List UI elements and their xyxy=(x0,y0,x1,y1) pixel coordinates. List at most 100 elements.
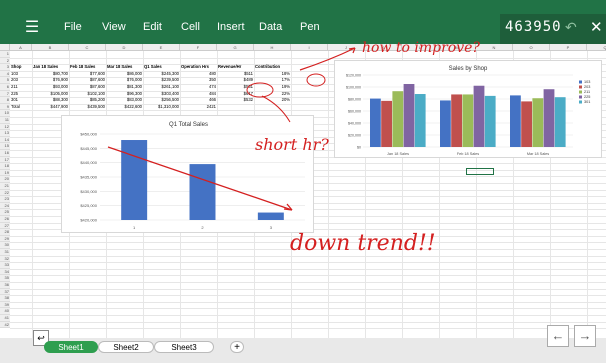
row-header[interactable]: 36 xyxy=(0,282,10,289)
column-header[interactable]: Q xyxy=(587,44,606,51)
table-cell[interactable]: Total xyxy=(11,104,31,111)
table-cell[interactable]: $422,600 xyxy=(107,104,142,111)
menu-pen[interactable]: Pen xyxy=(300,21,320,33)
table-cell[interactable]: $87,600 xyxy=(70,84,105,91)
table-cell[interactable]: $76,000 xyxy=(107,77,142,84)
table-cell[interactable]: Jan 18 Sales xyxy=(33,64,68,71)
table-cell[interactable]: $511 xyxy=(218,71,253,78)
sales-by-shop-chart[interactable]: Sales by Shop $120,000 $100,000 $80,000 $60,… xyxy=(334,60,602,158)
row-header[interactable]: 29 xyxy=(0,235,10,243)
table-cell[interactable] xyxy=(218,104,253,111)
table-cell[interactable]: 17% xyxy=(255,77,290,84)
column-header[interactable]: P xyxy=(550,44,587,51)
select-all-corner[interactable] xyxy=(0,44,10,51)
column-header[interactable]: O xyxy=(513,44,550,51)
row-header[interactable]: 25 xyxy=(0,209,10,216)
column-header[interactable]: J xyxy=(328,44,365,51)
menu-cell[interactable]: Cell xyxy=(181,21,200,33)
row-header[interactable]: 12 xyxy=(0,123,10,131)
arrow-left-icon[interactable]: ← xyxy=(547,325,569,347)
menu-file[interactable]: File xyxy=(64,21,82,33)
table-cell[interactable]: 19% xyxy=(255,84,290,91)
row-header[interactable]: 5 xyxy=(0,77,10,84)
row-header[interactable]: 42 xyxy=(0,321,10,329)
table-cell[interactable]: $617 xyxy=(218,91,253,98)
table-cell[interactable]: Contribution xyxy=(255,64,290,71)
column-header[interactable]: L xyxy=(402,44,439,51)
table-cell[interactable]: 203 xyxy=(11,77,31,84)
table-cell[interactable]: $551 xyxy=(218,84,253,91)
undo-icon[interactable]: ↶ xyxy=(565,19,577,36)
table-cell[interactable]: 22% xyxy=(255,91,290,98)
row-header[interactable]: 30 xyxy=(0,242,10,249)
close-icon[interactable]: ✕ xyxy=(590,18,603,36)
column-header[interactable]: H xyxy=(254,44,291,51)
column-header[interactable]: F xyxy=(180,44,217,51)
row-header[interactable]: 7 xyxy=(0,90,10,98)
column-header[interactable]: A xyxy=(10,44,32,51)
table-cell[interactable]: 480 xyxy=(181,71,216,78)
row-header[interactable]: 27 xyxy=(0,222,10,230)
row-header[interactable]: 37 xyxy=(0,288,10,296)
column-header[interactable]: G xyxy=(217,44,254,51)
q1-total-sales-chart[interactable]: Q1 Total Sales $450,000 $445,000 $440,000 $4… xyxy=(61,115,314,233)
row-header[interactable]: 38 xyxy=(0,295,10,302)
table-cell[interactable]: Feb 18 Sales xyxy=(70,64,105,71)
table-cell[interactable]: $76,900 xyxy=(33,77,68,84)
table-cell[interactable]: 103 xyxy=(11,71,31,78)
table-cell[interactable]: 474 xyxy=(181,84,216,91)
row-header[interactable]: 9 xyxy=(0,103,10,111)
table-cell[interactable]: $93,000 xyxy=(33,84,68,91)
row-header[interactable]: 15 xyxy=(0,143,10,150)
row-header[interactable]: 31 xyxy=(0,249,10,256)
selected-cell[interactable] xyxy=(466,168,494,175)
column-header[interactable]: E xyxy=(143,44,180,51)
table-cell[interactable]: $96,300 xyxy=(107,91,142,98)
row-header[interactable]: 6 xyxy=(0,84,10,91)
table-cell[interactable]: $77,600 xyxy=(70,71,105,78)
tab-sheet1[interactable]: Sheet1 xyxy=(44,341,98,353)
table-cell[interactable]: Operation Hrs xyxy=(181,64,216,71)
column-header[interactable]: N xyxy=(476,44,513,51)
column-header[interactable]: I xyxy=(291,44,328,51)
table-cell[interactable]: 301 xyxy=(11,97,31,104)
column-header[interactable]: D xyxy=(106,44,143,51)
row-header[interactable]: 28 xyxy=(0,229,10,236)
row-header[interactable]: 26 xyxy=(0,216,10,223)
row-header[interactable]: 24 xyxy=(0,202,10,210)
table-cell[interactable]: $80,700 xyxy=(33,71,68,78)
table-cell[interactable]: $1,310,000 xyxy=(144,104,179,111)
table-cell[interactable]: 466 xyxy=(181,97,216,104)
row-header[interactable]: 10 xyxy=(0,110,10,117)
row-header[interactable]: 23 xyxy=(0,196,10,203)
row-header[interactable]: 8 xyxy=(0,97,10,104)
menu-insert[interactable]: Insert xyxy=(217,21,245,33)
row-header[interactable]: 3 xyxy=(0,64,10,71)
arrow-right-icon[interactable]: → xyxy=(574,325,596,347)
menu-view[interactable]: View xyxy=(102,21,126,33)
table-cell[interactable]: $245,300 xyxy=(144,71,179,78)
row-header[interactable]: 22 xyxy=(0,189,10,197)
row-header[interactable]: 2 xyxy=(0,57,10,65)
table-cell[interactable] xyxy=(255,104,290,111)
menu-edit[interactable]: Edit xyxy=(143,21,162,33)
table-cell[interactable]: Mar 18 Sales xyxy=(107,64,142,71)
table-cell[interactable]: $81,300 xyxy=(107,84,142,91)
menu-data[interactable]: Data xyxy=(259,21,282,33)
plus-icon[interactable]: + xyxy=(230,341,244,353)
row-header[interactable]: 16 xyxy=(0,150,10,157)
column-header[interactable]: C xyxy=(69,44,106,51)
table-cell[interactable]: $87,600 xyxy=(70,77,105,84)
hamburger-icon[interactable]: ☰ xyxy=(22,18,42,38)
table-cell[interactable]: $239,500 xyxy=(144,77,179,84)
row-header[interactable]: 32 xyxy=(0,255,10,263)
table-cell[interactable]: $83,000 xyxy=(107,97,142,104)
table-cell[interactable]: $303,400 xyxy=(144,91,179,98)
table-cell[interactable]: $88,300 xyxy=(33,97,68,104)
row-header[interactable]: 19 xyxy=(0,169,10,177)
table-cell[interactable]: 2421 xyxy=(181,104,216,111)
table-cell[interactable]: 225 xyxy=(11,91,31,98)
row-header[interactable]: 40 xyxy=(0,308,10,315)
table-cell[interactable]: 350 xyxy=(181,77,216,84)
table-cell[interactable]: $447,900 xyxy=(33,104,68,111)
